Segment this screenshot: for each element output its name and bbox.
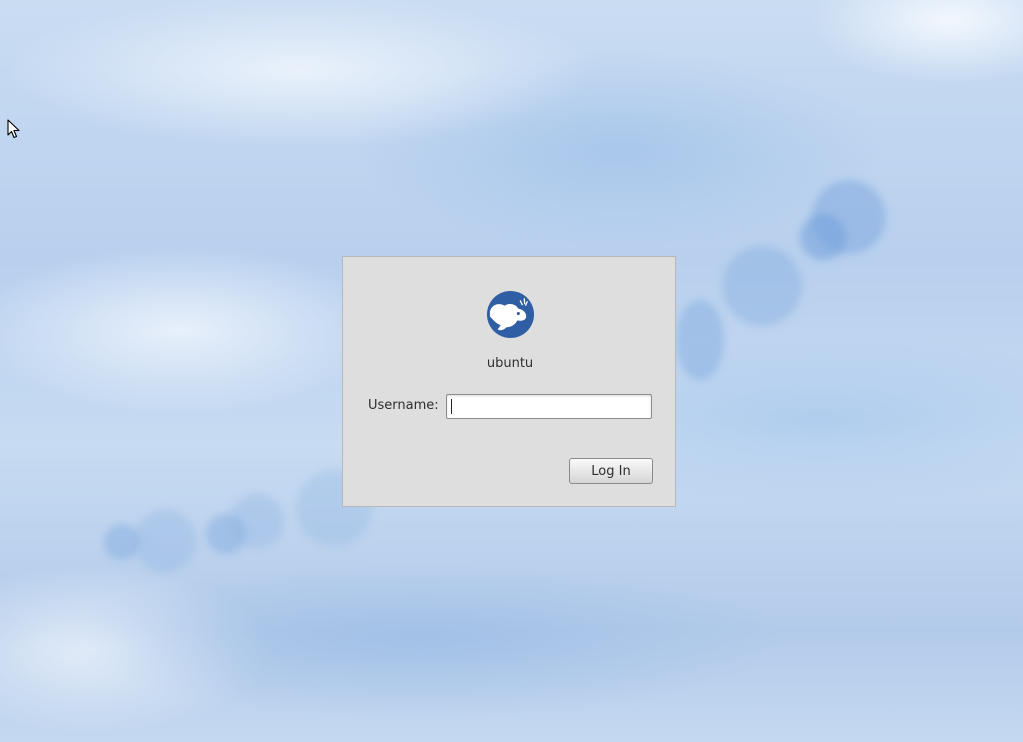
- wallpaper-bokeh: [812, 180, 886, 254]
- username-label: Username:: [368, 398, 439, 413]
- wallpaper-bokeh: [134, 510, 196, 572]
- wallpaper-bokeh: [676, 300, 724, 380]
- xfce-mouse-logo-icon: [486, 290, 535, 339]
- hostname-label: ubuntu: [486, 356, 534, 371]
- wallpaper-bokeh: [722, 246, 802, 326]
- mouse-pointer-icon: [7, 119, 20, 139]
- text-caret: [451, 399, 452, 414]
- username-input[interactable]: [446, 394, 652, 419]
- login-dialog: ubuntu Username: Log In: [342, 256, 676, 507]
- log-in-button[interactable]: Log In: [569, 458, 653, 484]
- wallpaper-bokeh: [230, 494, 284, 548]
